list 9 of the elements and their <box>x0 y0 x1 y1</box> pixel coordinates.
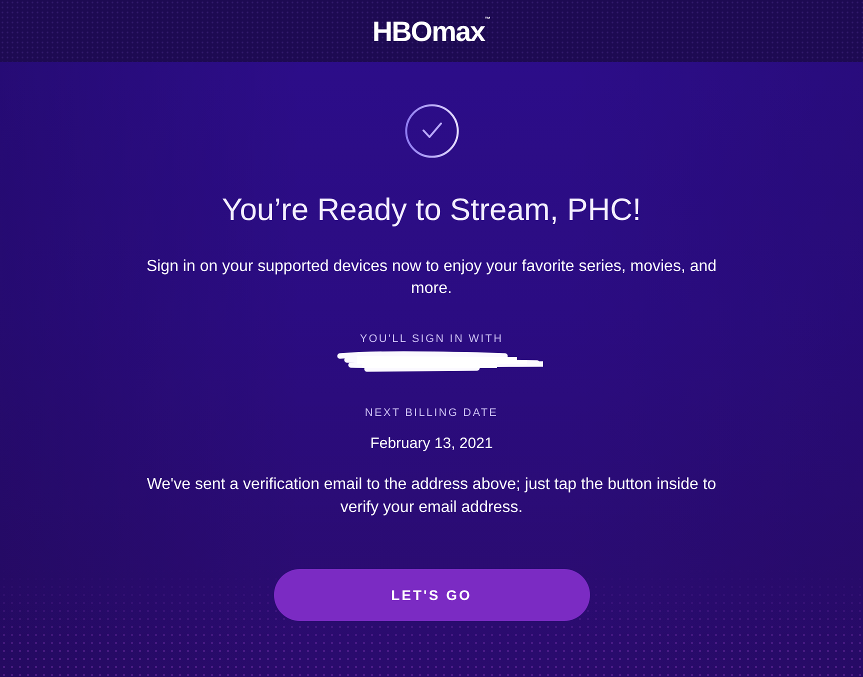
lets-go-button[interactable]: LET'S GO <box>274 569 590 621</box>
confirmation-message: Sign in on your supported devices now to enjoy your favorite series, movies, and more. <box>145 257 718 299</box>
field-label: YOU'LL SIGN IN WITH <box>360 332 504 346</box>
field-label: NEXT BILLING DATE <box>364 406 498 420</box>
check-circle-icon <box>404 104 458 158</box>
billing-date: February 13, 2021 <box>370 434 493 454</box>
logo: HBOmax$^{™}$ <box>372 16 491 46</box>
verification-note: We've sent a verification email to the address above; just tap the button inside to verify your email address. <box>146 475 718 518</box>
confirmation-title: You’re Ready to Stream, PHC! <box>222 192 642 228</box>
